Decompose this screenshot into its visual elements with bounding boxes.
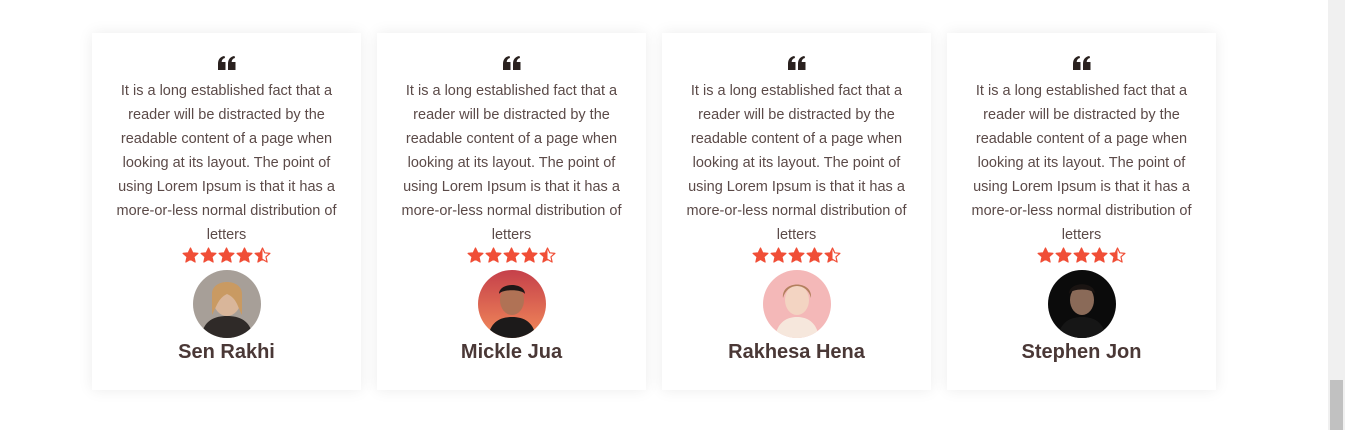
reviewer-name: Mickle Jua [460,341,563,363]
star-full-icon [770,247,787,263]
reviewer-name: Rakhesa Hena [728,341,865,363]
star-full-icon [218,247,235,263]
star-full-icon [521,247,538,263]
star-full-icon [1073,247,1090,263]
star-full-icon [1055,247,1072,263]
rating-stars [947,247,1216,269]
testimonial-text: It is a long established fact that a rea… [401,83,622,243]
quote-icon [502,56,520,70]
testimonial-text: It is a long established fact that a rea… [971,83,1192,243]
avatar [477,270,546,338]
rating-stars [377,247,646,269]
avatar [192,270,261,338]
quote-icon [787,56,805,70]
star-full-icon [467,247,484,263]
page-scrollbar[interactable] [1328,0,1345,430]
testimonial-cards: It is a long established fact that a rea… [92,33,1216,390]
star-half-icon [1109,247,1126,263]
star-full-icon [1037,247,1054,263]
testimonial-card: It is a long established fact that a rea… [377,33,646,390]
star-full-icon [200,247,217,263]
scrollbar-thumb[interactable] [1330,380,1343,430]
star-full-icon [788,247,805,263]
rating-stars [92,247,361,269]
star-half-icon [539,247,556,263]
star-full-icon [485,247,502,263]
quote-icon [1072,56,1090,70]
star-full-icon [1091,247,1108,263]
star-half-icon [254,247,271,263]
star-half-icon [824,247,841,263]
reviewer-name: Sen Rakhi [178,341,275,363]
avatar [762,270,831,338]
testimonial-text: It is a long established fact that a rea… [116,83,337,243]
testimonial-text: It is a long established fact that a rea… [686,83,907,243]
testimonial-card: It is a long established fact that a rea… [92,33,361,390]
star-full-icon [182,247,199,263]
testimonial-card: It is a long established fact that a rea… [947,33,1216,390]
star-full-icon [806,247,823,263]
star-full-icon [236,247,253,263]
rating-stars [662,247,931,269]
quote-icon [217,56,235,70]
testimonial-card: It is a long established fact that a rea… [662,33,931,390]
avatar [1047,270,1116,338]
star-full-icon [503,247,520,263]
reviewer-name: Stephen Jon [1021,341,1142,363]
star-full-icon [752,247,769,263]
